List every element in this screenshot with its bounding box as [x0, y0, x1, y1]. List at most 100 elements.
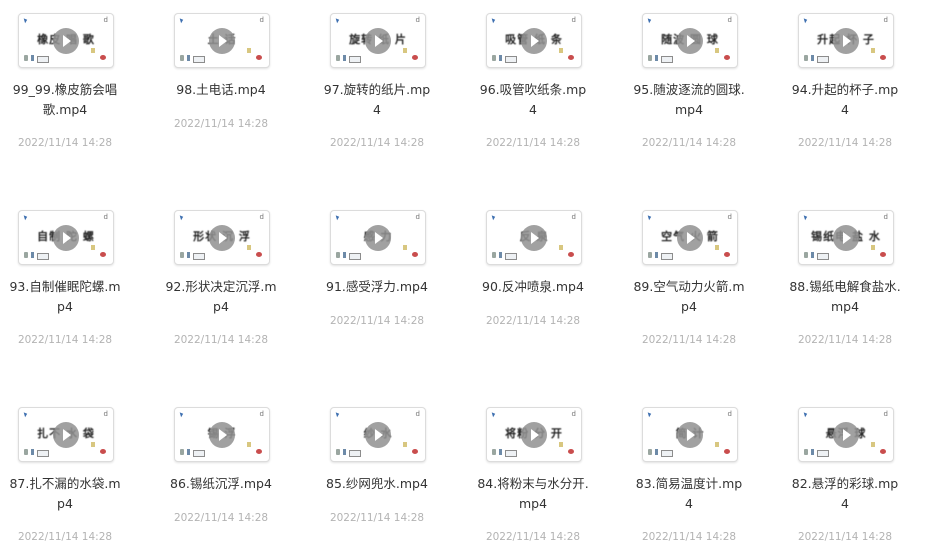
tag-icon	[715, 245, 719, 250]
corner-mark: d	[727, 213, 732, 221]
file-date: 2022/11/14 14:28	[485, 315, 581, 327]
file-name-text: 87.扎不漏的水袋.mp4	[9, 476, 121, 511]
play-icon[interactable]	[521, 27, 547, 54]
file-tile[interactable]: d形状 沉 浮 92.形状决定沉浮.mp4 2022/11/14 14:28	[156, 197, 286, 357]
file-name[interactable]: 85.纱网兜水.mp4	[312, 474, 442, 494]
file-name[interactable]: 97.旋转的纸片.mp4	[312, 80, 442, 120]
bar-icon	[811, 449, 814, 455]
video-thumbnail[interactable]: d锡 浮	[174, 407, 270, 462]
speaker-icon	[180, 55, 184, 61]
file-tile[interactable]: d橡皮 唱 歌 99_99.橡皮筋会唱歌.mp4 2022/11/14 14:28	[0, 0, 130, 160]
file-tile[interactable]: d纱 水 85.纱网兜水.mp4 2022/11/14 14:28	[312, 394, 442, 554]
file-tile[interactable]: d旋转 纸 片 97.旋转的纸片.mp4 2022/11/14 14:28	[312, 0, 442, 160]
tag-icon	[715, 442, 719, 447]
video-thumbnail[interactable]: d感 力	[330, 210, 426, 265]
file-name-text: 84.将粉末与水分开.mp4	[477, 476, 589, 511]
speaker-icon	[804, 252, 808, 258]
play-icon[interactable]	[833, 224, 859, 251]
play-icon[interactable]	[209, 421, 235, 448]
speaker-icon	[24, 55, 28, 61]
file-tile[interactable]: d锡纸电 盐 水 88.锡纸电解食盐水.mp4 2022/11/14 14:28	[780, 197, 910, 357]
file-name[interactable]: 92.形状决定沉浮.mp4	[156, 277, 286, 317]
play-icon[interactable]	[53, 421, 79, 448]
play-icon[interactable]	[209, 224, 235, 251]
file-tile[interactable]: d将粉 分 开 84.将粉末与水分开.mp4 2022/11/14 14:28	[468, 394, 598, 554]
dot-icon	[568, 252, 574, 257]
file-date: 2022/11/14 14:28	[173, 334, 269, 346]
play-icon[interactable]	[365, 27, 391, 54]
tag-icon	[91, 442, 95, 447]
play-icon[interactable]	[677, 27, 703, 54]
play-icon[interactable]	[677, 224, 703, 251]
video-thumbnail[interactable]: d反 泉	[486, 210, 582, 265]
video-thumbnail[interactable]: d吸管 纸 条	[486, 13, 582, 68]
file-tile[interactable]: d吸管 纸 条 96.吸管吹纸条.mp4 2022/11/14 14:28	[468, 0, 598, 160]
play-icon[interactable]	[677, 421, 703, 448]
play-icon[interactable]	[53, 224, 79, 251]
play-icon[interactable]	[833, 27, 859, 54]
file-tile[interactable]: d感 力 91.感受浮力.mp4 2022/11/14 14:28	[312, 197, 442, 357]
corner-mark: d	[727, 16, 732, 24]
file-tile[interactable]: d土 话 98.土电话.mp4 2022/11/14 14:28	[156, 0, 286, 160]
file-tile[interactable]: d锡 浮 86.锡纸沉浮.mp4 2022/11/14 14:28	[156, 394, 286, 554]
play-icon[interactable]	[521, 421, 547, 448]
video-thumbnail[interactable]: d橡皮 唱 歌	[18, 13, 114, 68]
file-tile[interactable]: d扎不 水 袋 87.扎不漏的水袋.mp4 2022/11/14 14:28	[0, 394, 130, 554]
file-name[interactable]: 88.锡纸电解食盐水.mp4	[780, 277, 910, 317]
video-thumbnail[interactable]: d形状 沉 浮	[174, 210, 270, 265]
video-thumbnail[interactable]: d纱 水	[330, 407, 426, 462]
file-name[interactable]: 98.土电话.mp4	[156, 80, 286, 100]
bird-logo-icon	[179, 18, 184, 24]
file-tile[interactable]: d悬浮 球 82.悬浮的彩球.mp4 2022/11/14 14:28	[780, 394, 910, 554]
file-name[interactable]: 83.简易温度计.mp4	[624, 474, 754, 514]
thumbnail-footer	[804, 245, 888, 260]
video-thumbnail[interactable]: d锡纸电 盐 水	[798, 210, 894, 265]
video-thumbnail[interactable]: d自制 陀 螺	[18, 210, 114, 265]
file-tile[interactable]: d自制 陀 螺 93.自制催眠陀螺.mp4 2022/11/14 14:28	[0, 197, 130, 357]
file-tile[interactable]: d随波 圆 球 95.随波逐流的圆球.mp4 2022/11/14 14:28	[624, 0, 754, 160]
play-icon[interactable]	[209, 27, 235, 54]
file-date: 2022/11/14 14:28	[797, 334, 893, 346]
file-name[interactable]: 91.感受浮力.mp4	[312, 277, 442, 297]
play-icon[interactable]	[833, 421, 859, 448]
file-name[interactable]: 96.吸管吹纸条.mp4	[468, 80, 598, 120]
video-thumbnail[interactable]: d升起 杯 子	[798, 13, 894, 68]
file-tile[interactable]: d空气 火 箭 89.空气动力火箭.mp4 2022/11/14 14:28	[624, 197, 754, 357]
tag-icon	[247, 245, 251, 250]
play-icon[interactable]	[365, 421, 391, 448]
file-name[interactable]: 89.空气动力火箭.mp4	[624, 277, 754, 317]
file-name[interactable]: 87.扎不漏的水袋.mp4	[0, 474, 130, 514]
bar-icon	[343, 55, 346, 61]
file-tile[interactable]: d反 泉 90.反冲喷泉.mp4 2022/11/14 14:28	[468, 197, 598, 357]
play-icon[interactable]	[53, 27, 79, 54]
file-name[interactable]: 86.锡纸沉浮.mp4	[156, 474, 286, 494]
video-thumbnail[interactable]: d旋转 纸 片	[330, 13, 426, 68]
bar-icon	[31, 55, 34, 61]
file-name[interactable]: 82.悬浮的彩球.mp4	[780, 474, 910, 514]
video-thumbnail[interactable]: d将粉 分 开	[486, 407, 582, 462]
tag-icon	[715, 48, 719, 53]
play-icon[interactable]	[365, 224, 391, 251]
badge-icon	[505, 450, 517, 457]
file-name-text: 94.升起的杯子.mp4	[791, 82, 899, 117]
tag-icon	[559, 442, 563, 447]
bird-logo-icon	[647, 412, 652, 418]
file-name[interactable]: 93.自制催眠陀螺.mp4	[0, 277, 130, 317]
play-icon[interactable]	[521, 224, 547, 251]
video-thumbnail[interactable]: d扎不 水 袋	[18, 407, 114, 462]
file-name[interactable]: 94.升起的杯子.mp4	[780, 80, 910, 120]
file-name[interactable]: 84.将粉末与水分开.mp4	[468, 474, 598, 514]
video-thumbnail[interactable]: d随波 圆 球	[642, 13, 738, 68]
video-thumbnail[interactable]: d悬浮 球	[798, 407, 894, 462]
file-date: 2022/11/14 14:28	[485, 137, 581, 149]
file-name-text: 83.简易温度计.mp4	[635, 476, 743, 511]
file-tile[interactable]: d简 计 83.简易温度计.mp4 2022/11/14 14:28	[624, 394, 754, 554]
file-tile[interactable]: d升起 杯 子 94.升起的杯子.mp4 2022/11/14 14:28	[780, 0, 910, 160]
file-name-text: 90.反冲喷泉.mp4	[482, 279, 584, 294]
video-thumbnail[interactable]: d空气 火 箭	[642, 210, 738, 265]
file-name[interactable]: 90.反冲喷泉.mp4	[468, 277, 598, 297]
video-thumbnail[interactable]: d土 话	[174, 13, 270, 68]
file-name[interactable]: 99_99.橡皮筋会唱歌.mp4	[0, 80, 130, 120]
file-name[interactable]: 95.随波逐流的圆球.mp4	[624, 80, 754, 120]
video-thumbnail[interactable]: d简 计	[642, 407, 738, 462]
